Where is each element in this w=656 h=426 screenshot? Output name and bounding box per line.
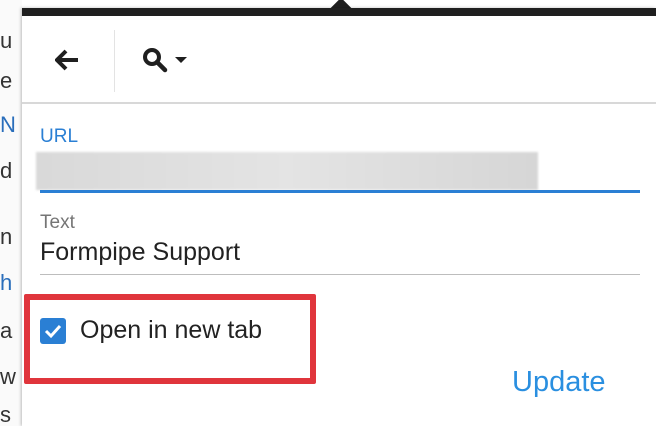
bg-fragment: a <box>0 318 13 343</box>
checkmark-icon <box>44 324 62 338</box>
text-label: Text <box>40 212 75 233</box>
background-page: u e N d n h a w s <box>0 0 22 426</box>
arrow-left-icon <box>55 49 78 71</box>
update-button[interactable]: Update <box>512 366 606 399</box>
caret-down-icon <box>175 57 187 63</box>
bg-fragment: h <box>0 270 13 295</box>
search-icon <box>143 48 168 73</box>
link-edit-popup: URL Text Formpipe Support Open in new ta… <box>22 8 656 426</box>
bg-fragment: d <box>0 158 13 183</box>
bg-fragment: w <box>0 364 16 389</box>
toolbar-divider <box>114 30 115 92</box>
back-button[interactable] <box>36 30 98 90</box>
bg-fragment: e <box>0 68 13 93</box>
open-new-tab-checkbox[interactable] <box>40 317 66 344</box>
bg-fragment: N <box>0 112 16 137</box>
url-input-underline <box>40 190 640 193</box>
bg-fragment: u <box>0 28 13 53</box>
text-input-underline <box>40 274 640 275</box>
open-new-tab-label: Open in new tab <box>80 316 263 344</box>
bg-fragment: s <box>0 402 11 426</box>
url-input-redacted[interactable] <box>36 152 538 190</box>
popup-toolbar <box>22 16 656 104</box>
bg-fragment: n <box>0 224 13 249</box>
url-label: URL <box>40 126 79 147</box>
open-new-tab-option[interactable]: Open in new tab <box>40 316 262 345</box>
text-input[interactable]: Formpipe Support <box>40 238 640 267</box>
search-dropdown-button[interactable] <box>130 30 200 90</box>
